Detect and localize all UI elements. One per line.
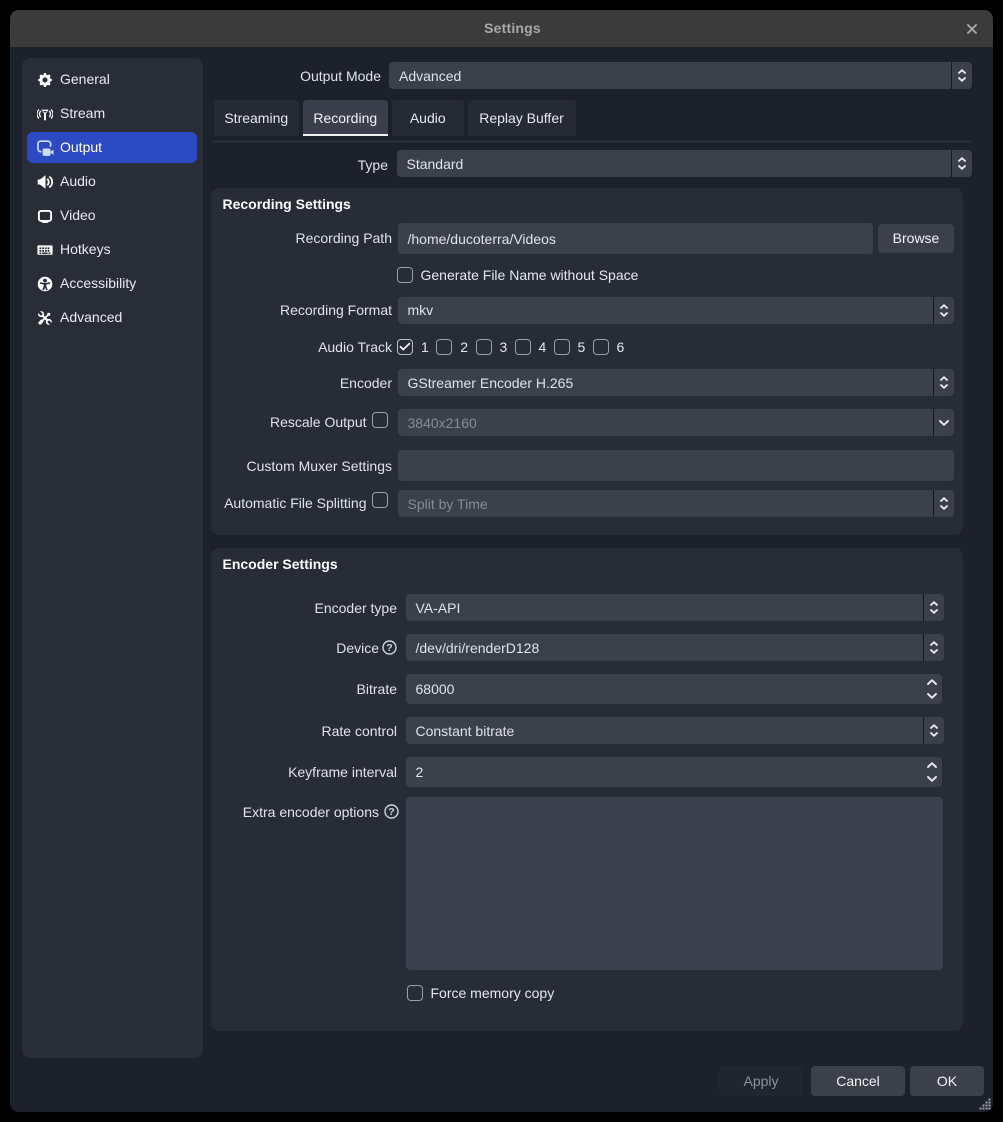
svg-text:?: ? [388,806,394,818]
svg-text:?: ? [386,642,392,654]
